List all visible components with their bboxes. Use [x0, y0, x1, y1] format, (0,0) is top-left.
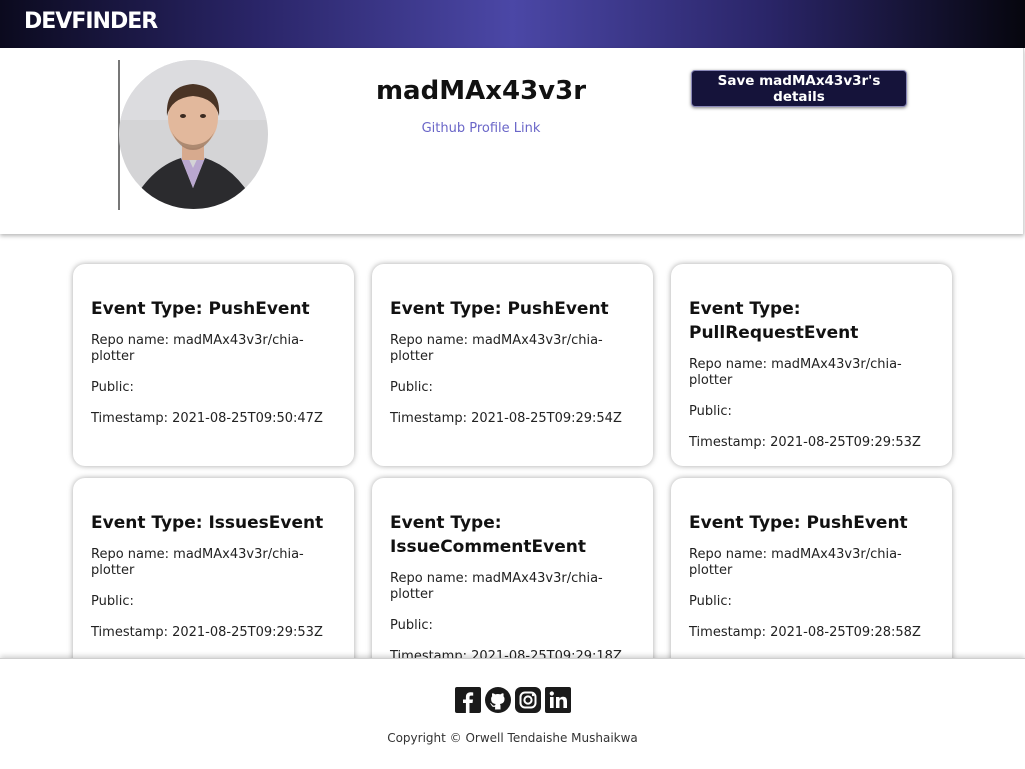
event-timestamp: Timestamp: 2021-08-25T09:28:58Z — [689, 625, 921, 640]
facebook-icon[interactable] — [455, 687, 481, 713]
linkedin-icon[interactable] — [545, 687, 571, 713]
save-details-button[interactable]: Save madMAx43v3r's details — [691, 70, 907, 107]
event-repo: Repo name: madMAx43v3r/chia-plotter — [91, 547, 304, 578]
event-repo: Repo name: madMAx43v3r/chia-plotter — [390, 571, 603, 602]
event-card: Event Type: PullRequestEvent Repo name: … — [671, 264, 952, 466]
event-card: Event Type: PushEvent Repo name: madMAx4… — [671, 478, 952, 680]
event-public: Public: — [689, 594, 732, 609]
github-icon[interactable] — [485, 687, 511, 713]
event-repo: Repo name: madMAx43v3r/chia-plotter — [689, 357, 902, 388]
event-public: Public: — [390, 618, 433, 633]
github-profile-link[interactable]: Github Profile Link — [340, 121, 622, 136]
instagram-icon[interactable] — [515, 687, 541, 713]
event-repo: Repo name: madMAx43v3r/chia-plotter — [91, 333, 304, 364]
event-type: Event Type: IssueCommentEvent — [390, 513, 586, 557]
footer: Copyright © Orwell Tendaishe Mushaikwa — [0, 658, 1025, 769]
copyright-text: Copyright © Orwell Tendaishe Mushaikwa — [387, 731, 638, 745]
event-repo: Repo name: madMAx43v3r/chia-plotter — [390, 333, 603, 364]
event-timestamp: Timestamp: 2021-08-25T09:29:53Z — [91, 625, 323, 640]
event-public: Public: — [91, 380, 134, 395]
event-public: Public: — [390, 380, 433, 395]
social-links — [455, 687, 571, 713]
event-type: Event Type: PushEvent — [390, 299, 609, 319]
event-repo: Repo name: madMAx43v3r/chia-plotter — [689, 547, 902, 578]
event-card: Event Type: IssueCommentEvent Repo name:… — [372, 478, 653, 680]
avatar — [119, 60, 268, 209]
events-grid: Event Type: PushEvent Repo name: madMAx4… — [73, 264, 953, 680]
devfinder-logo[interactable]: DEVFINDER — [24, 9, 158, 34]
event-timestamp: Timestamp: 2021-08-25T09:29:54Z — [390, 411, 622, 426]
event-type: Event Type: PushEvent — [91, 299, 310, 319]
event-public: Public: — [91, 594, 134, 609]
event-timestamp: Timestamp: 2021-08-25T09:29:53Z — [689, 435, 921, 450]
event-type: Event Type: PullRequestEvent — [689, 299, 859, 343]
profile-section: madMAx43v3r Github Profile Link Save mad… — [0, 48, 1024, 234]
top-navbar: DEVFINDER — [0, 0, 1025, 48]
event-card: Event Type: IssuesEvent Repo name: madMA… — [73, 478, 354, 680]
event-type: Event Type: PushEvent — [689, 513, 908, 533]
profile-username: madMAx43v3r — [375, 76, 587, 106]
event-card: Event Type: PushEvent Repo name: madMAx4… — [73, 264, 354, 466]
event-public: Public: — [689, 404, 732, 419]
event-card: Event Type: PushEvent Repo name: madMAx4… — [372, 264, 653, 466]
event-timestamp: Timestamp: 2021-08-25T09:50:47Z — [91, 411, 323, 426]
event-type: Event Type: IssuesEvent — [91, 513, 324, 533]
